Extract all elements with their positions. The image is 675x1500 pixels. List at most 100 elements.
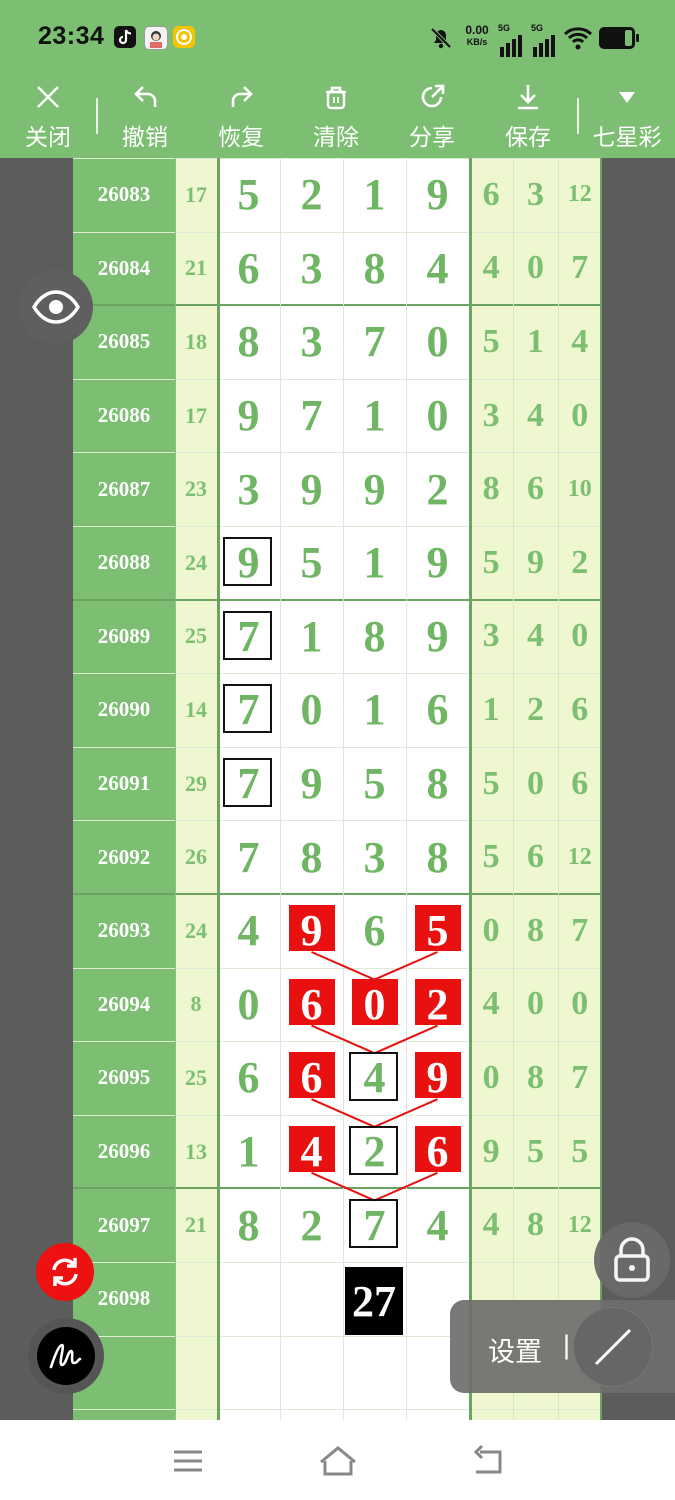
pen-tool-button[interactable] xyxy=(573,1307,653,1387)
table-row[interactable]: 26086 17 9 7 1 0 3 4 0 xyxy=(73,379,602,453)
digit-cell[interactable] xyxy=(343,1336,406,1410)
digit-cell[interactable]: 7 xyxy=(343,1188,406,1262)
table-row[interactable]: 26083 17 5 2 1 9 6 3 12 xyxy=(73,158,602,232)
digit-cell[interactable]: 6 xyxy=(280,1041,343,1115)
digit-cell[interactable]: 9 xyxy=(217,379,280,453)
digit-cell[interactable]: 7 xyxy=(217,673,280,747)
download-icon xyxy=(518,85,538,110)
digit-cell[interactable]: 6 xyxy=(280,968,343,1042)
digit-cell[interactable]: 7 xyxy=(217,747,280,821)
digit-cell[interactable]: 9 xyxy=(217,526,280,600)
table-row[interactable]: 26097 21 8 2 7 4 4 8 12 xyxy=(73,1188,602,1262)
draw-button-ring[interactable] xyxy=(28,1318,104,1394)
lottery-type-dropdown[interactable]: 七星彩 xyxy=(585,76,669,158)
digit-cell[interactable]: 7 xyxy=(217,820,280,894)
undo-button[interactable]: 撤销 xyxy=(105,76,185,158)
table-row[interactable]: 26088 24 9 5 1 9 5 9 2 xyxy=(73,526,602,600)
digit-cell[interactable]: 2 xyxy=(343,1115,406,1189)
digit-cell[interactable]: 9 xyxy=(406,600,469,674)
digit-cell[interactable]: 9 xyxy=(343,452,406,526)
digit-cell[interactable]: 3 xyxy=(217,452,280,526)
home-nav-button[interactable] xyxy=(317,1444,359,1483)
digit-cell[interactable]: 8 xyxy=(280,820,343,894)
digit-cell[interactable]: 4 xyxy=(217,894,280,968)
table-row[interactable]: 26094 8 0 6 0 2 4 0 0 xyxy=(73,968,602,1042)
digit-cell[interactable]: 1 xyxy=(217,1115,280,1189)
eye-toggle-button[interactable] xyxy=(19,270,93,344)
digit-cell[interactable]: 1 xyxy=(343,673,406,747)
share-button[interactable]: 分享 xyxy=(392,76,472,158)
digit-cell[interactable]: 2 xyxy=(406,452,469,526)
digit-cell[interactable]: 9 xyxy=(406,158,469,232)
digit-cell[interactable] xyxy=(280,1262,343,1336)
digit-cell[interactable]: 4 xyxy=(406,232,469,306)
digit-cell[interactable] xyxy=(280,1336,343,1410)
clear-button[interactable]: 清除 xyxy=(296,76,376,158)
table-row[interactable]: 26093 24 4 9 6 5 0 8 7 xyxy=(73,894,602,968)
digit-cell[interactable]: 6 xyxy=(217,1041,280,1115)
digit-cell[interactable]: 9 xyxy=(406,1041,469,1115)
save-button[interactable]: 保存 xyxy=(488,76,568,158)
lock-button[interactable] xyxy=(594,1222,670,1298)
digit-cell[interactable]: 6 xyxy=(406,673,469,747)
digit-cell[interactable] xyxy=(217,1336,280,1410)
digit-cell[interactable]: 9 xyxy=(406,526,469,600)
digit-cell[interactable]: 0 xyxy=(406,305,469,379)
issue-number: 26083 xyxy=(97,182,151,207)
settings-button[interactable]: 设置 xyxy=(488,1330,542,1369)
digit-cell[interactable]: 1 xyxy=(343,526,406,600)
digit-cell[interactable]: 8 xyxy=(406,820,469,894)
digit-cell[interactable]: 1 xyxy=(343,379,406,453)
table-row[interactable]: 26085 18 8 3 7 0 5 1 4 xyxy=(73,305,602,379)
table-row[interactable]: 26089 25 7 1 8 9 3 4 0 xyxy=(73,600,602,674)
close-button[interactable]: 关闭 xyxy=(8,76,88,158)
digit-cell[interactable]: 9 xyxy=(280,747,343,821)
digit-cell[interactable]: 4 xyxy=(406,1188,469,1262)
table-row[interactable]: 26090 14 7 0 1 6 1 2 6 xyxy=(73,673,602,747)
digit-cell[interactable]: 7 xyxy=(343,305,406,379)
digit-cell[interactable]: 0 xyxy=(406,379,469,453)
back-nav-button[interactable] xyxy=(468,1444,508,1483)
digit-cell[interactable]: 2 xyxy=(280,158,343,232)
digit-cell[interactable]: 2 xyxy=(280,1188,343,1262)
digit-cell[interactable]: 5 xyxy=(406,894,469,968)
digit-cell[interactable]: 3 xyxy=(343,820,406,894)
table-row[interactable]: 26087 23 3 9 9 2 8 6 10 xyxy=(73,452,602,526)
digit-cell[interactable]: 8 xyxy=(217,1188,280,1262)
digit-cell[interactable]: 1 xyxy=(343,158,406,232)
table-row[interactable]: 26092 26 7 8 3 8 5 6 12 xyxy=(73,820,602,894)
digit-cell[interactable]: 4 xyxy=(280,1115,343,1189)
menu-nav-button[interactable] xyxy=(168,1446,208,1481)
digit-cell[interactable]: 0 xyxy=(280,673,343,747)
digit-cell[interactable]: 8 xyxy=(343,232,406,306)
digit-cell[interactable]: 7 xyxy=(280,379,343,453)
table-row[interactable]: 26084 21 6 3 8 4 4 0 7 xyxy=(73,232,602,306)
digit-cell[interactable]: 5 xyxy=(343,747,406,821)
digit-cell[interactable]: 6 xyxy=(406,1115,469,1189)
table-row[interactable]: 26091 29 7 9 5 8 5 0 6 xyxy=(73,747,602,821)
table-row[interactable]: 26095 25 6 6 4 9 0 8 7 xyxy=(73,1041,602,1115)
prediction-cell[interactable]: 27 xyxy=(345,1267,403,1335)
refresh-button[interactable] xyxy=(36,1243,94,1301)
digit-cell[interactable]: 3 xyxy=(280,305,343,379)
digit-cell[interactable]: 5 xyxy=(280,526,343,600)
digit-cell[interactable]: 1 xyxy=(280,600,343,674)
digit-cell[interactable]: 8 xyxy=(406,747,469,821)
redo-button[interactable]: 恢复 xyxy=(201,76,281,158)
digit-cell[interactable]: 7 xyxy=(217,600,280,674)
digit-cell[interactable] xyxy=(217,1262,280,1336)
digit-cell[interactable]: 9 xyxy=(280,452,343,526)
digit-cell[interactable]: 0 xyxy=(343,968,406,1042)
digit-cell[interactable]: 5 xyxy=(217,158,280,232)
digit-cell[interactable]: 0 xyxy=(217,968,280,1042)
digit-cell[interactable]: 9 xyxy=(280,894,343,968)
digit-cell[interactable]: 3 xyxy=(280,232,343,306)
digit-cell[interactable]: 8 xyxy=(217,305,280,379)
digit-cell[interactable]: 2 xyxy=(406,968,469,1042)
draw-button[interactable] xyxy=(37,1327,95,1385)
digit-cell[interactable]: 8 xyxy=(343,600,406,674)
digit-cell[interactable]: 6 xyxy=(217,232,280,306)
digit-cell[interactable]: 6 xyxy=(343,894,406,968)
digit-cell[interactable]: 4 xyxy=(343,1041,406,1115)
table-row[interactable]: 26096 13 1 4 2 6 9 5 5 xyxy=(73,1115,602,1189)
